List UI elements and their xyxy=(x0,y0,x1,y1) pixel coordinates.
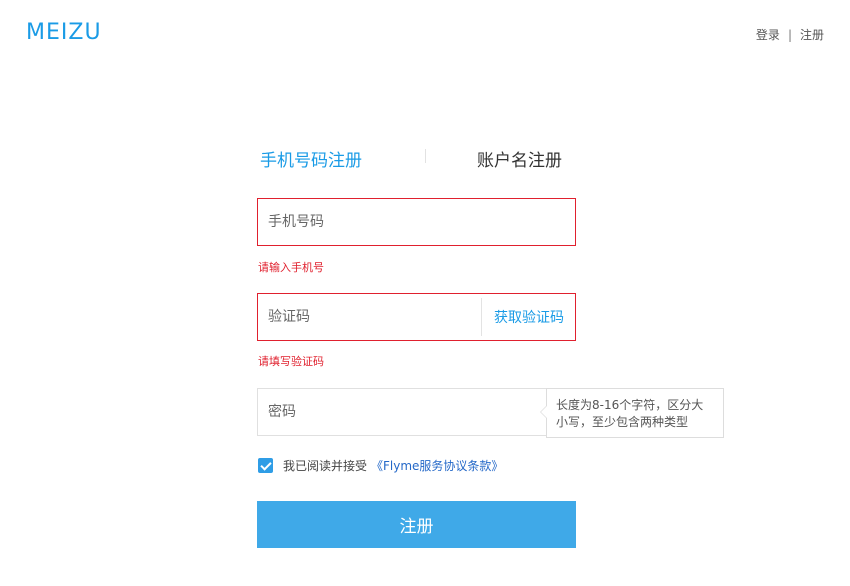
password-tooltip: 长度为8-16个字符，区分大 小写，至少包含两种类型 xyxy=(540,388,724,438)
nav-separator: | xyxy=(787,27,792,42)
tooltip-line-1: 长度为8-16个字符，区分大 xyxy=(556,398,704,412)
phone-error-message: 请输入手机号 xyxy=(258,261,324,274)
login-link[interactable]: 登录 xyxy=(756,26,780,43)
agreement-link[interactable]: 《Flyme服务协议条款》 xyxy=(371,457,503,474)
tab-phone-register[interactable]: 手机号码注册 xyxy=(260,146,362,171)
meizu-logo[interactable]: MEIZU xyxy=(26,20,102,45)
code-error-message: 请填写验证码 xyxy=(258,355,324,368)
agreement-checkbox[interactable] xyxy=(258,458,273,473)
tooltip-line-2: 小写，至少包含两种类型 xyxy=(556,415,689,429)
agreement-row: 我已阅读并接受 《Flyme服务协议条款》 xyxy=(258,457,503,474)
top-nav: 登录 | 注册 xyxy=(756,26,824,43)
get-code-button[interactable]: 获取验证码 xyxy=(482,294,576,340)
phone-field xyxy=(257,198,576,246)
register-button[interactable]: 注册 xyxy=(257,501,576,548)
tab-divider xyxy=(425,149,426,163)
tab-account-register[interactable]: 账户名注册 xyxy=(477,146,562,171)
register-link[interactable]: 注册 xyxy=(800,26,824,43)
logo-text: MEIZU xyxy=(26,20,102,45)
tooltip-arrow xyxy=(540,405,547,419)
register-tabs: 手机号码注册 账户名注册 xyxy=(258,146,576,171)
password-field xyxy=(257,388,576,436)
phone-input[interactable] xyxy=(258,199,575,245)
agreement-text: 我已阅读并接受 xyxy=(283,459,368,473)
code-input[interactable] xyxy=(258,294,480,340)
code-field: 获取验证码 xyxy=(257,293,576,341)
password-input[interactable] xyxy=(258,389,538,435)
